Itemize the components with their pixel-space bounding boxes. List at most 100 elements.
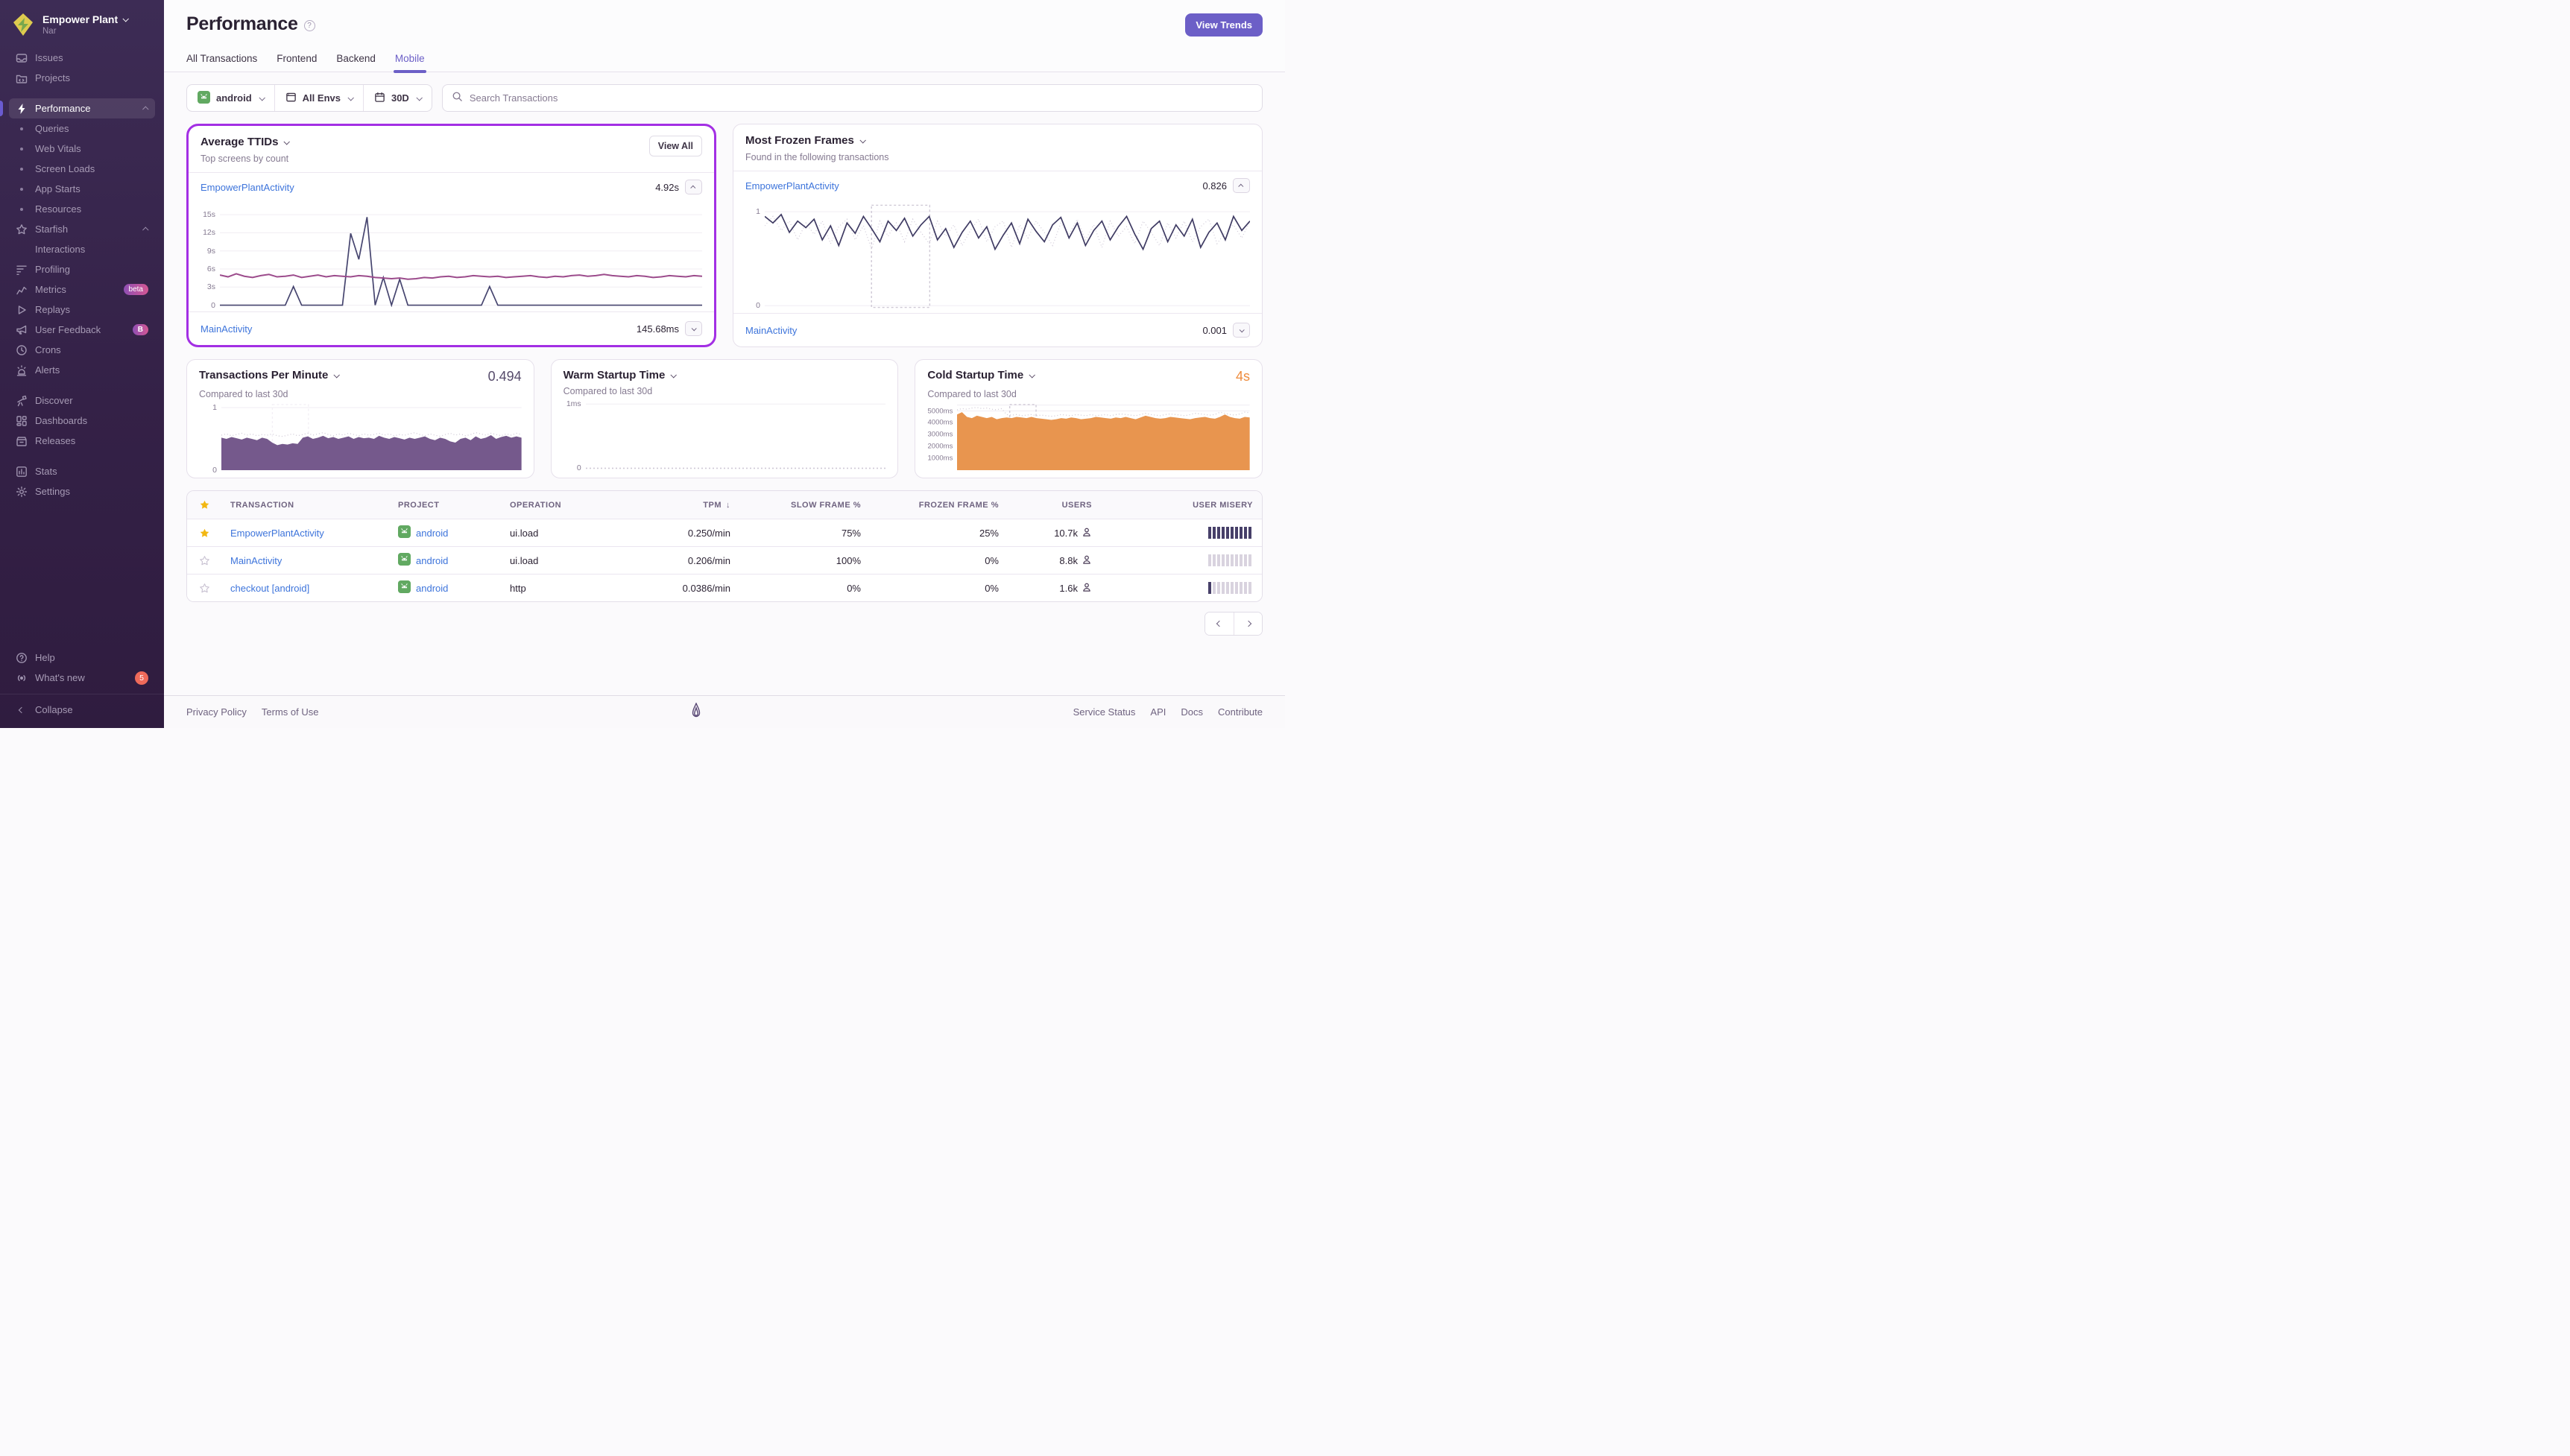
most-frozen-frames-title[interactable]: Most Frozen Frames [745, 134, 888, 147]
chevron-down-icon [1029, 372, 1035, 378]
expand-row-button[interactable] [685, 321, 702, 336]
search-input[interactable] [470, 92, 1253, 104]
frozen-frames-chart: 10 [733, 200, 1262, 313]
sidebar-item-user-feedback[interactable]: User FeedbackB [9, 320, 155, 340]
average-ttids-title[interactable]: Average TTIDs [201, 136, 288, 148]
footer-link-contribute[interactable]: Contribute [1218, 706, 1263, 718]
tab-mobile[interactable]: Mobile [395, 53, 425, 72]
expand-row-button[interactable] [1233, 323, 1250, 338]
column-header-user-misery[interactable]: USER MISERY [1101, 501, 1262, 510]
highlighted-widget-outline: Average TTIDs Top screens by count View … [186, 124, 716, 347]
column-header-tpm[interactable]: TPM ↓ [624, 501, 739, 510]
project-link[interactable]: android [398, 580, 448, 595]
column-header-project[interactable]: PROJECT [389, 501, 501, 510]
transaction-link[interactable]: EmpowerPlantActivity [230, 528, 324, 539]
sidebar-item-interactions[interactable]: Interactions [9, 239, 155, 259]
sidebar-item-collapse[interactable]: Collapse [16, 700, 148, 720]
feedback-icon [16, 324, 28, 336]
sidebar-item-profiling[interactable]: Profiling [9, 259, 155, 279]
warm-startup-title[interactable]: Warm Startup Time [563, 369, 676, 382]
bullet-icon [16, 127, 28, 130]
previous-page-button[interactable] [1205, 613, 1234, 635]
tab-frontend[interactable]: Frontend [277, 53, 317, 72]
sidebar-item-metrics[interactable]: Metricsbeta [9, 279, 155, 300]
view-all-button[interactable]: View All [649, 136, 702, 156]
footer-link-terms-of-use[interactable]: Terms of Use [262, 706, 319, 718]
tab-all-transactions[interactable]: All Transactions [186, 53, 257, 72]
environment-filter[interactable]: All Envs [274, 85, 363, 111]
frozen-frame-cell: 0% [870, 583, 1008, 594]
collapse-row-button[interactable] [685, 180, 702, 194]
column-header-frozen-frame[interactable]: FROZEN FRAME % [870, 501, 1008, 510]
operation-cell: ui.load [501, 528, 624, 539]
transaction-link[interactable]: MainActivity [230, 555, 282, 566]
sort-desc-icon[interactable]: ↓ [726, 501, 730, 510]
help-icon[interactable]: ? [304, 20, 315, 31]
project-cell: android [389, 553, 501, 568]
chevron-down-icon [347, 95, 353, 101]
project-link[interactable]: android [398, 525, 448, 540]
help-icon [16, 652, 28, 664]
sidebar-item-screen-loads[interactable]: Screen Loads [9, 159, 155, 179]
sidebar-item-crons[interactable]: Crons [9, 340, 155, 360]
column-header-operation[interactable]: OPERATION [501, 501, 624, 510]
view-trends-button[interactable]: View Trends [1185, 13, 1263, 37]
column-header-transaction[interactable]: TRANSACTION [221, 501, 389, 510]
sidebar-item-projects[interactable]: Projects [9, 68, 155, 88]
footer-link-docs[interactable]: Docs [1181, 706, 1203, 718]
frozen-row-mainactivity: MainActivity 0.001 [733, 313, 1262, 346]
footer-link-api[interactable]: API [1150, 706, 1166, 718]
profiling-icon [16, 264, 28, 276]
project-link[interactable]: android [398, 553, 448, 568]
metrics-icon [16, 284, 28, 296]
sidebar-item-starfish[interactable]: Starfish [9, 219, 155, 239]
collapse-row-button[interactable] [1233, 178, 1250, 193]
dashboards-icon [16, 415, 28, 427]
search-icon [452, 91, 463, 106]
column-header-slow-frame[interactable]: SLOW FRAME % [739, 501, 870, 510]
sidebar-item-performance[interactable]: Performance [9, 98, 155, 118]
bullet-icon [16, 148, 28, 151]
date-range-filter[interactable]: 30D [363, 85, 432, 111]
sidebar-item-label: Collapse [35, 704, 148, 715]
sidebar-item-help[interactable]: Help [9, 648, 155, 668]
star-outline-icon[interactable] [196, 555, 212, 566]
transaction-link[interactable]: MainActivity [745, 325, 797, 336]
y-axis-tick: 0 [212, 466, 217, 475]
tpm-title[interactable]: Transactions Per Minute [199, 369, 338, 382]
tab-backend[interactable]: Backend [336, 53, 376, 72]
next-page-button[interactable] [1234, 613, 1262, 635]
footer-link-service-status[interactable]: Service Status [1073, 706, 1136, 718]
app-root: Empower Plant Nar IssuesProjects Performa… [0, 0, 1285, 728]
transaction-link[interactable]: checkout [android] [230, 583, 309, 594]
sidebar-item-issues[interactable]: Issues [9, 48, 155, 68]
sidebar-item-dashboards[interactable]: Dashboards [9, 411, 155, 431]
org-switcher[interactable]: Empower Plant Nar [9, 9, 155, 48]
cold-startup-title[interactable]: Cold Startup Time [927, 369, 1034, 382]
star-outline-icon[interactable] [196, 583, 212, 594]
transaction-link[interactable]: EmpowerPlantActivity [745, 180, 839, 192]
ttid-chart: 15s12s9s6s3s0 [189, 201, 714, 311]
footer-link-privacy-policy[interactable]: Privacy Policy [186, 706, 247, 718]
warm-startup-chart: 1ms0 [559, 401, 886, 470]
sidebar-item-settings[interactable]: Settings [9, 481, 155, 501]
transaction-link[interactable]: EmpowerPlantActivity [201, 182, 294, 193]
sidebar-item-resources[interactable]: Resources [9, 199, 155, 219]
sidebar-item-alerts[interactable]: Alerts [9, 360, 155, 380]
sidebar-item-stats[interactable]: Stats [9, 461, 155, 481]
sidebar-item-what-s-new[interactable]: What's new5 [9, 668, 155, 688]
star-filled-icon[interactable] [196, 528, 212, 539]
sidebar-item-queries[interactable]: Queries [9, 118, 155, 139]
sidebar-item-app-starts[interactable]: App Starts [9, 179, 155, 199]
sidebar-item-discover[interactable]: Discover [9, 390, 155, 411]
project-filter[interactable]: android [187, 85, 274, 111]
sidebar-item-web-vitals[interactable]: Web Vitals [9, 139, 155, 159]
transaction-link[interactable]: MainActivity [201, 323, 252, 335]
sidebar-item-label: Profiling [35, 264, 148, 275]
stats-icon [16, 466, 28, 478]
tpm-cell: 0.250/min [624, 528, 739, 539]
sidebar-item-releases[interactable]: Releases [9, 431, 155, 451]
sidebar-item-replays[interactable]: Replays [9, 300, 155, 320]
users-cell: 10.7k [1008, 527, 1101, 539]
column-header-users[interactable]: USERS [1008, 501, 1101, 510]
